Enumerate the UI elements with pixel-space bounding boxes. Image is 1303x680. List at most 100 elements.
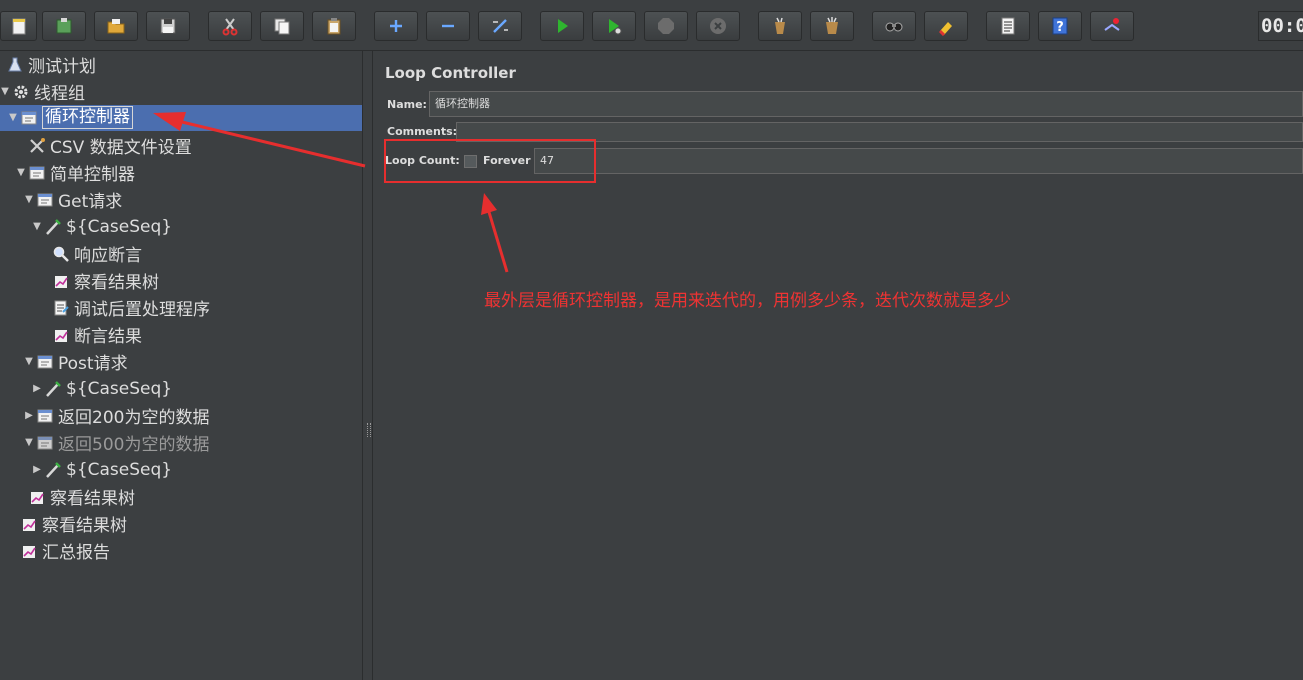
test-plan-tree: 测试计划 ▼ 线程组 ▼ 循环控制器 CSV 数据文件设置 ▼ 简单控制器 ▼ … [0,51,362,680]
paste-button[interactable] [312,11,356,41]
collapse-arrow-icon[interactable]: ▶ [32,464,42,475]
tree-node-label: 察看结果树 [42,516,127,536]
cut-icon [222,18,238,36]
test-plan-icon [6,56,24,74]
start-no-pauses-button[interactable] [592,11,636,41]
tree-node-label: 察看结果树 [50,489,135,509]
search-icon [885,22,903,32]
stop-button[interactable] [644,11,688,41]
tree-node-label: 线程组 [34,84,85,104]
config-icon [28,137,46,155]
tree-node-sampler[interactable]: ▶ ${CaseSeq} [32,376,172,401]
paste-icon [327,18,341,35]
expand-all-button[interactable] [374,11,418,41]
new-icon [12,18,25,35]
tree-node-label: Post请求 [58,354,128,374]
reset-search-icon [938,22,952,36]
tree-node-loop-controller[interactable]: ▼ 循环控制器 [8,105,133,130]
collapse-arrow-icon[interactable]: ▶ [24,410,34,421]
name-field[interactable]: 循环控制器 [429,91,1303,117]
clear-all-icon [826,17,838,34]
tree-node-label: 返回500为空的数据 [58,435,210,455]
new-button[interactable] [0,11,37,41]
save-button[interactable] [146,11,190,41]
collapse-icon [442,24,454,28]
expand-arrow-icon[interactable]: ▼ [0,86,10,97]
tree-node-csv-config[interactable]: CSV 数据文件设置 [26,133,192,158]
start-button[interactable] [540,11,584,41]
tree-node-results-tree[interactable]: 察看结果树 [18,511,127,536]
expand-arrow-icon[interactable]: ▼ [24,437,34,448]
sampler-icon [44,218,62,236]
expand-arrow-icon[interactable]: ▼ [24,194,34,205]
remote-button[interactable] [1090,11,1134,41]
clear-all-button[interactable] [810,11,854,41]
splitter[interactable] [362,51,373,680]
tree-node-response-assertion[interactable]: 响应断言 [50,241,142,266]
expand-arrow-icon[interactable]: ▼ [32,221,42,232]
tree-node-label: 返回200为空的数据 [58,408,210,428]
name-label: Name: [387,98,427,111]
collapse-all-button[interactable] [426,11,470,41]
open-icon [107,19,125,34]
search-button[interactable] [872,11,916,41]
tree-node-assertion-results[interactable]: 断言结果 [50,322,142,347]
page-title: Loop Controller [385,64,516,82]
reset-search-button[interactable] [924,11,968,41]
annotation-highlight-box [384,139,596,183]
expand-arrow-icon[interactable]: ▼ [16,167,26,178]
function-helper-icon [1001,17,1015,35]
splitter-grip-icon[interactable] [367,423,371,437]
tree-node-sampler[interactable]: ▼ ${CaseSeq} [32,214,172,239]
tree-node-label: 断言结果 [74,327,142,347]
start-icon [558,19,568,33]
controller-icon [36,434,54,452]
expand-arrow-icon[interactable]: ▼ [24,356,34,367]
annotation-note: 最外层是循环控制器，是用来迭代的，用例多少条，迭代次数就是多少 [484,291,1011,311]
tree-node-post-request[interactable]: ▼ Post请求 [24,349,128,374]
elapsed-timer: 00:00 [1258,11,1303,41]
copy-button[interactable] [260,11,304,41]
tree-node-label: Get请求 [58,192,123,212]
function-helper-button[interactable] [986,11,1030,41]
svg-text:?: ? [1056,20,1064,35]
tree-node-return-200-empty[interactable]: ▶ 返回200为空的数据 [24,403,209,428]
tree-node-label: 测试计划 [28,57,96,77]
clear-button[interactable] [758,11,802,41]
remote-icon [1104,18,1120,31]
toggle-button[interactable] [478,11,522,41]
expand-arrow-icon[interactable]: ▼ [8,112,18,123]
comments-label: Comments: [387,125,458,138]
tree-node-thread-group[interactable]: ▼ 线程组 [0,79,85,104]
tree-node-debug-postprocessor[interactable]: 调试后置处理程序 [50,295,210,320]
tree-node-simple-controller[interactable]: ▼ 简单控制器 [16,160,135,185]
help-button[interactable]: ? [1038,11,1082,41]
stop-icon [658,18,674,34]
expand-icon [390,20,402,32]
copy-icon [274,18,290,35]
tree-node-summary-report[interactable]: 汇总报告 [18,538,110,563]
shutdown-icon [710,18,726,34]
tree-node-test-plan[interactable]: 测试计划 [4,52,96,77]
cut-button[interactable] [208,11,252,41]
tree-node-label: 调试后置处理程序 [74,300,210,320]
listener-icon [52,272,70,290]
assertion-icon [52,245,70,263]
loop-count-field[interactable]: 47 [534,148,1303,174]
tree-node-label: ${CaseSeq} [66,378,173,399]
shutdown-button[interactable] [696,11,740,41]
tree-node-label: 循环控制器 [42,106,133,129]
controller-icon [36,407,54,425]
tree-node-results-tree[interactable]: 察看结果树 [50,268,159,293]
collapse-arrow-icon[interactable]: ▶ [32,383,42,394]
listener-icon [52,326,70,344]
tree-node-results-tree[interactable]: 察看结果树 [26,484,135,509]
tree-node-sampler[interactable]: ▶ ${CaseSeq} [32,457,172,482]
controller-icon [36,353,54,371]
tree-node-return-500-empty[interactable]: ▼ 返回500为空的数据 [24,430,209,455]
controller-icon [28,164,46,182]
controller-icon [36,191,54,209]
tree-node-get-request[interactable]: ▼ Get请求 [24,187,122,212]
templates-button[interactable] [42,11,86,41]
open-button[interactable] [94,11,138,41]
